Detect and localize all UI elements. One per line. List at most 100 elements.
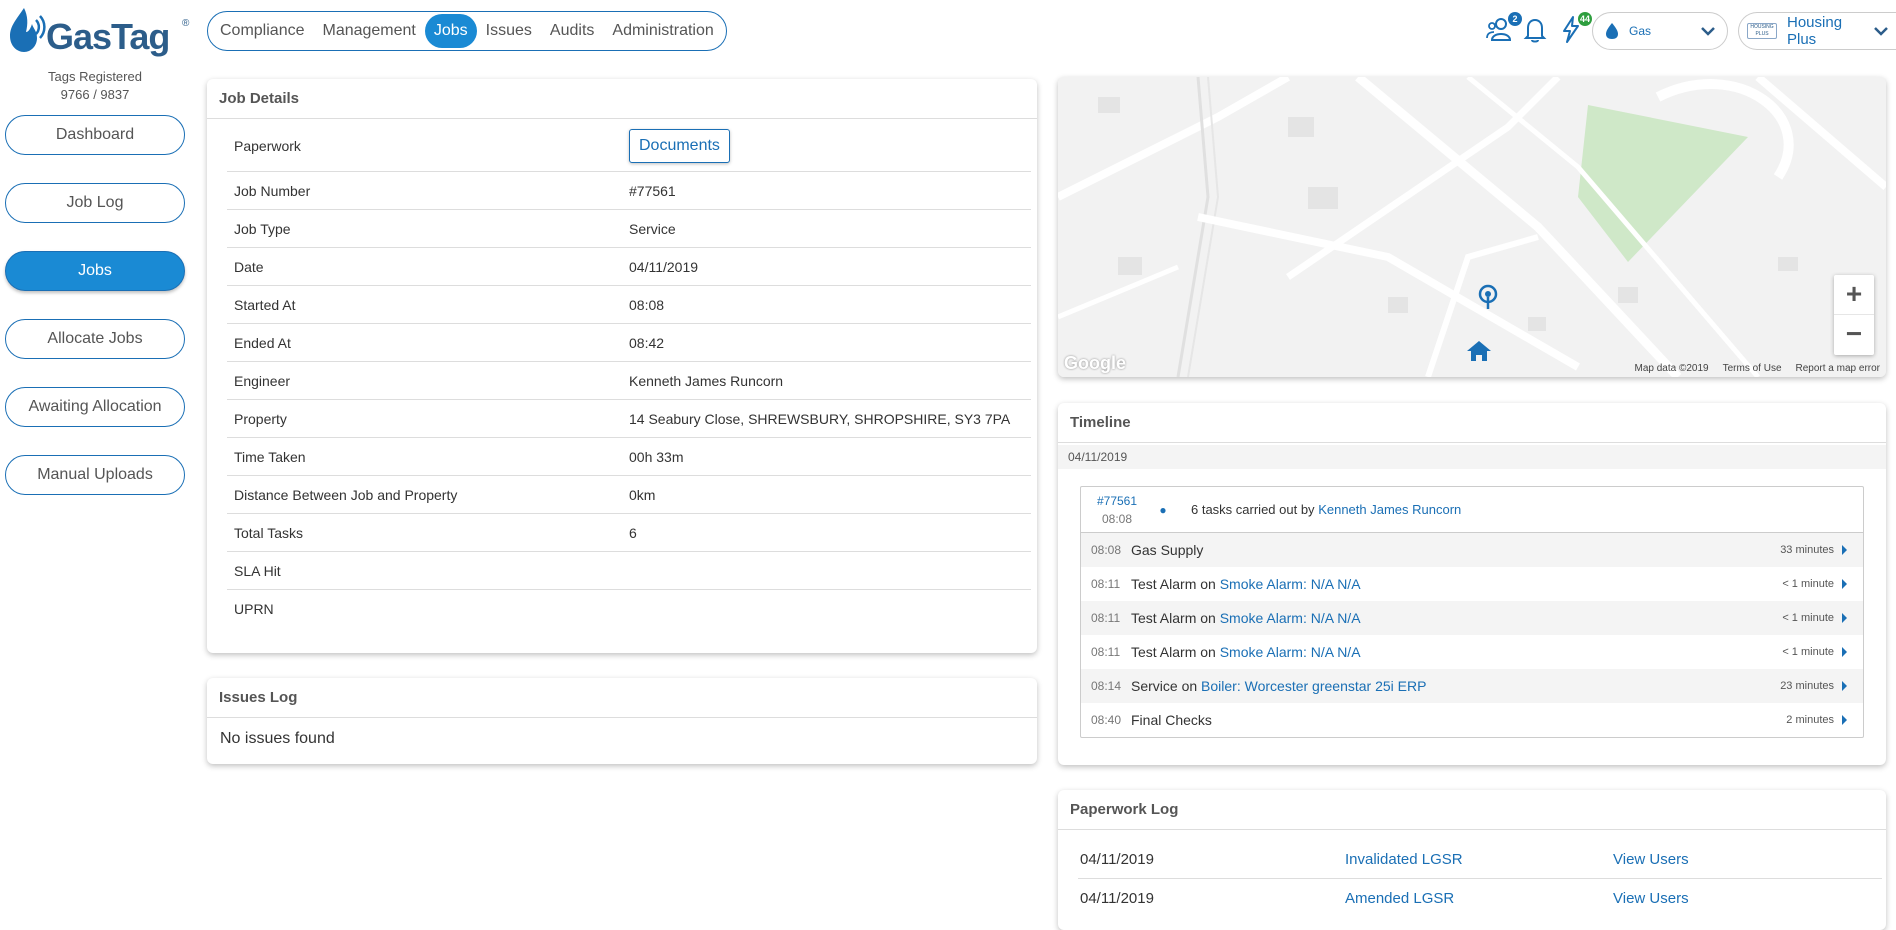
zoom-out-button[interactable]: − xyxy=(1834,315,1874,355)
paperwork-document-link[interactable]: Amended LGSR xyxy=(1345,890,1613,907)
paperwork-log-row: 04/11/2019 Amended LGSR View Users xyxy=(1078,879,1882,917)
view-users-link[interactable]: View Users xyxy=(1613,890,1689,907)
timeline-entry[interactable]: 08:14 Service on Boiler: Worcester green… xyxy=(1081,669,1863,703)
job-detail-row: Total Tasks 6 xyxy=(227,514,1031,552)
nav-jobs[interactable]: Jobs xyxy=(424,14,477,48)
job-detail-key: Started At xyxy=(234,296,296,313)
timeline-entry-target-link[interactable]: Smoke Alarm: N/A N/A xyxy=(1220,576,1361,592)
timeline-entry-action: Test Alarm xyxy=(1131,576,1197,592)
bell-icon xyxy=(1523,18,1547,43)
home-icon xyxy=(1467,341,1491,361)
notifications-button[interactable] xyxy=(1520,14,1552,46)
timeline-entry[interactable]: 08:11 Test Alarm on Smoke Alarm: N/A N/A… xyxy=(1081,601,1863,635)
caret-right-icon[interactable] xyxy=(1842,545,1847,555)
job-detail-row: Distance Between Job and Property 0km xyxy=(227,476,1031,514)
job-details-title: Job Details xyxy=(207,79,1037,119)
timeline-entry-time: 08:11 xyxy=(1091,611,1121,625)
report-map-error-link[interactable]: Report a map error xyxy=(1796,363,1880,374)
timeline-entry[interactable]: 08:11 Test Alarm on Smoke Alarm: N/A N/A… xyxy=(1081,635,1863,669)
job-detail-key: Total Tasks xyxy=(234,524,303,541)
job-detail-key: Distance Between Job and Property xyxy=(234,486,458,503)
timeline-entry[interactable]: 08:08 Gas Supply 33 minutes xyxy=(1081,533,1863,567)
paperwork-log-date: 04/11/2019 xyxy=(1080,851,1154,868)
registered-mark: ® xyxy=(182,18,190,29)
job-detail-key: Ended At xyxy=(234,334,291,351)
job-detail-value: 00h 33m xyxy=(629,448,684,465)
job-detail-row: Job Number #77561 xyxy=(227,172,1031,210)
paperwork-log-title: Paperwork Log xyxy=(1058,790,1886,830)
map-streets xyxy=(1058,77,1886,377)
caret-right-icon[interactable] xyxy=(1842,579,1847,589)
timeline-entry-duration: < 1 minute xyxy=(1782,646,1834,658)
sidebar-item-dashboard[interactable]: Dashboard xyxy=(5,115,185,155)
paperwork-document-link[interactable]: Invalidated LGSR xyxy=(1345,851,1613,868)
flame-icon xyxy=(10,8,46,52)
zoom-in-button[interactable]: + xyxy=(1834,275,1874,315)
timeline-bullet-icon: ● xyxy=(1159,502,1167,517)
organisation-select[interactable]: HOUSING PLUS GROUP Housing Plus xyxy=(1738,12,1896,50)
timeline-entry-time: 08:11 xyxy=(1091,577,1121,591)
timeline-entry-on: on xyxy=(1200,610,1216,626)
engineer-link[interactable]: Kenneth James Runcorn xyxy=(629,373,1031,389)
job-detail-row: Date 04/11/2019 xyxy=(227,248,1031,286)
flame-icon xyxy=(1606,23,1618,39)
job-detail-key: Job Type xyxy=(234,220,291,237)
timeline-entry-time: 08:11 xyxy=(1091,645,1121,659)
paperwork-log-row: 04/11/2019 Invalidated LGSR View Users xyxy=(1078,841,1882,879)
job-detail-key: UPRN xyxy=(234,601,274,617)
timeline-entry-action: Test Alarm xyxy=(1131,644,1197,660)
nav-compliance[interactable]: Compliance xyxy=(211,14,313,48)
users-button[interactable]: 2 xyxy=(1486,12,1522,46)
job-detail-value: 0km xyxy=(629,486,656,503)
timeline-panel: Timeline 04/11/2019 #77561 08:08 ● 6 tas… xyxy=(1058,403,1886,765)
job-detail-row: Ended At 08:42 xyxy=(227,324,1031,362)
caret-right-icon[interactable] xyxy=(1842,613,1847,623)
timeline-entry-time: 08:08 xyxy=(1091,543,1122,557)
timeline-entry-action: Service xyxy=(1131,678,1178,694)
chevron-down-icon xyxy=(1874,27,1888,36)
map-data-text: Map data ©2019 xyxy=(1634,363,1709,374)
job-detail-row: Engineer Kenneth James Runcorn xyxy=(227,362,1031,400)
timeline-entry-target-link[interactable]: Smoke Alarm: N/A N/A xyxy=(1220,644,1361,660)
nav-administration[interactable]: Administration xyxy=(603,14,722,48)
timeline-entry-target-link[interactable]: Boiler: Worcester greenstar 25i ERP xyxy=(1201,678,1426,694)
sidebar-item-manual-uploads[interactable]: Manual Uploads xyxy=(5,455,185,495)
timeline-job-time: 08:08 xyxy=(1101,511,1133,526)
nav-audits[interactable]: Audits xyxy=(541,14,603,48)
sidebar-item-allocate-jobs[interactable]: Allocate Jobs xyxy=(5,319,185,359)
caret-right-icon[interactable] xyxy=(1842,681,1847,691)
timeline-entry-action: Gas Supply xyxy=(1131,542,1204,558)
job-details-panel: Job Details Paperwork Documents Job Numb… xyxy=(207,79,1037,653)
timeline-entry-action: Test Alarm xyxy=(1131,610,1197,626)
paperwork-log-date: 04/11/2019 xyxy=(1080,889,1154,907)
timeline-entry-on: on xyxy=(1181,678,1198,694)
job-detail-value: 04/11/2019 xyxy=(629,258,699,275)
job-detail-value: Service xyxy=(629,220,676,237)
organisation-logo: HOUSING PLUS GROUP xyxy=(1747,23,1777,39)
job-location-map[interactable]: Google + − Map data ©2019 Terms of Use R… xyxy=(1058,77,1886,377)
nav-management[interactable]: Management xyxy=(313,14,424,48)
view-users-link[interactable]: View Users xyxy=(1613,851,1689,868)
timeline-entry[interactable]: 08:40 Final Checks 2 minutes xyxy=(1081,703,1863,737)
timeline-entry[interactable]: 08:11 Test Alarm on Smoke Alarm: N/A N/A… xyxy=(1081,567,1863,601)
sidebar-item-jobs[interactable]: Jobs xyxy=(5,251,185,291)
property-link[interactable]: 14 Seabury Close, SHREWSBURY, SHROPSHIRE… xyxy=(629,411,1031,427)
timeline-entry-duration: 2 minutes xyxy=(1786,714,1834,726)
timeline-job-box: #77561 08:08 ● 6 tasks carried out by Ke… xyxy=(1080,486,1864,738)
timeline-entry-target-link[interactable]: Smoke Alarm: N/A N/A xyxy=(1220,610,1361,626)
nav-issues[interactable]: Issues xyxy=(477,14,541,48)
fuel-type-select[interactable]: Gas xyxy=(1592,12,1728,50)
sidebar-item-job-log[interactable]: Job Log xyxy=(5,183,185,223)
sidebar-item-awaiting-allocation[interactable]: Awaiting Allocation xyxy=(5,387,185,427)
documents-button[interactable]: Documents xyxy=(629,128,730,163)
terms-link[interactable]: Terms of Use xyxy=(1723,363,1782,374)
timeline-engineer-link[interactable]: Kenneth James Runcorn xyxy=(1318,502,1461,517)
chevron-down-icon xyxy=(1701,27,1715,36)
timeline-entry-duration: < 1 minute xyxy=(1782,612,1834,624)
caret-right-icon[interactable] xyxy=(1842,715,1847,725)
caret-right-icon[interactable] xyxy=(1842,647,1847,657)
activity-button[interactable]: 44 xyxy=(1556,12,1592,46)
gastag-logo[interactable]: GasTag ® xyxy=(6,6,190,62)
tags-registered: Tags Registered 9766 / 9837 xyxy=(0,68,190,104)
timeline-job-link[interactable]: #77561 xyxy=(1091,492,1143,510)
